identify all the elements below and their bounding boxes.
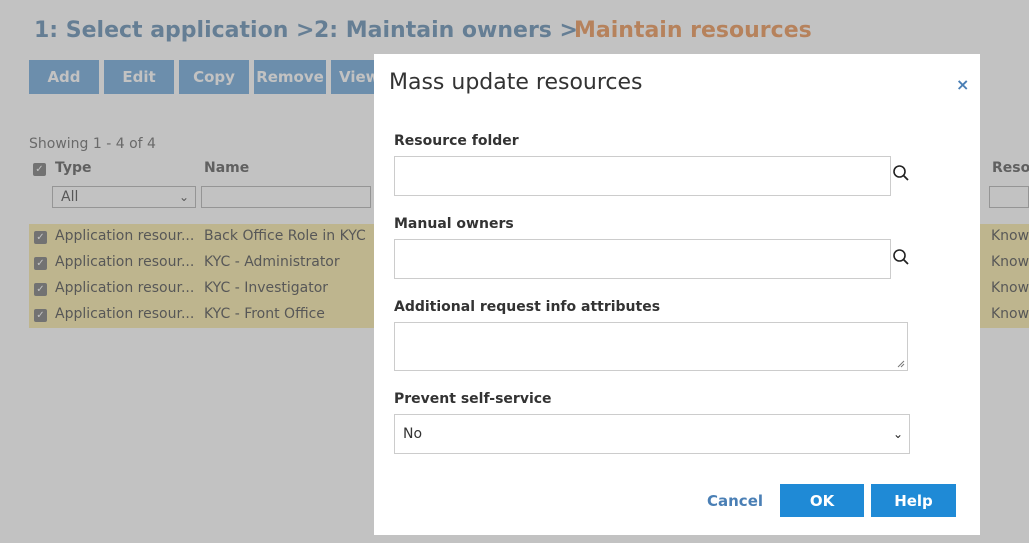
resource-folder-input[interactable] [394, 156, 891, 196]
resource-folder-label: Resource folder [394, 133, 519, 149]
search-icon[interactable] [892, 164, 910, 182]
resize-grip-icon[interactable] [897, 360, 905, 368]
chevron-down-icon: ⌄ [892, 427, 903, 441]
prevent-self-service-select[interactable]: No ⌄ [394, 414, 910, 454]
additional-info-textarea[interactable] [394, 322, 908, 371]
manual-owners-label: Manual owners [394, 216, 514, 232]
mass-update-dialog: Mass update resources × Resource folder … [374, 54, 980, 535]
manual-owners-input[interactable] [394, 239, 891, 279]
close-icon[interactable]: × [956, 75, 969, 94]
dialog-title: Mass update resources [389, 70, 643, 95]
help-button[interactable]: Help [871, 484, 956, 517]
cancel-button[interactable]: Cancel [707, 492, 763, 510]
prevent-self-service-value: No [403, 426, 423, 442]
ok-button[interactable]: OK [780, 484, 864, 517]
prevent-self-service-label: Prevent self-service [394, 391, 552, 407]
additional-info-label: Additional request info attributes [394, 299, 661, 315]
search-icon[interactable] [892, 248, 910, 266]
